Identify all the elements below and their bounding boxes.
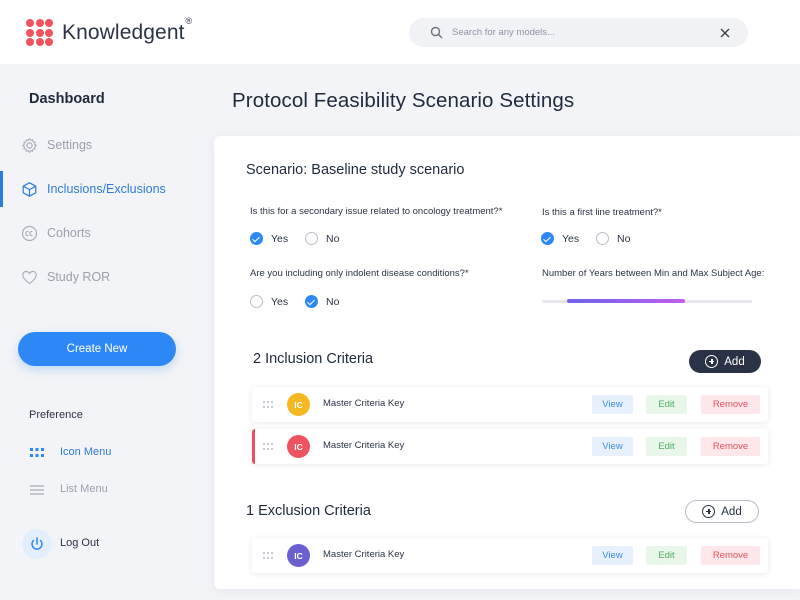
radio-label: Yes — [562, 232, 580, 245]
radio-label: No — [617, 232, 631, 245]
inclusion-row[interactable]: IC Master Criteria Key View Edit Remove — [252, 387, 768, 422]
radio-first-line-yes[interactable]: Yes — [541, 232, 579, 245]
remove-button[interactable]: Remove — [701, 546, 760, 565]
add-inclusion-button[interactable]: Add — [689, 350, 761, 373]
drag-handle-icon[interactable] — [263, 552, 275, 560]
radio-checked-icon — [541, 232, 554, 245]
logo-mark-icon — [26, 19, 53, 46]
sidebar-item-label: Settings — [47, 138, 93, 152]
page-title: Protocol Feasibility Scenario Settings — [232, 89, 575, 112]
inclusion-row-selected[interactable]: IC Master Criteria Key View Edit Remove — [252, 429, 768, 464]
criteria-badge: IC — [287, 393, 310, 416]
remove-button[interactable]: Remove — [701, 395, 760, 414]
edit-button[interactable]: Edit — [646, 437, 687, 456]
criteria-name: Master Criteria Key — [323, 398, 405, 409]
scenario-title: Scenario: Baseline study scenario — [246, 162, 465, 178]
radio-indolent-no[interactable]: No — [305, 295, 339, 308]
sidebar-title: Dashboard — [29, 91, 105, 107]
list-icon — [30, 485, 44, 495]
logout-button[interactable]: Log Out — [22, 529, 172, 559]
search-icon — [430, 26, 443, 39]
search-bar — [409, 18, 748, 47]
sidebar-item-study-ror[interactable]: Study ROR — [0, 262, 200, 292]
age-range-slider[interactable] — [542, 298, 752, 304]
registered-mark: ® — [185, 15, 193, 26]
radio-empty-icon — [250, 295, 263, 308]
close-icon[interactable] — [720, 28, 730, 38]
radio-empty-icon — [596, 232, 609, 245]
plus-circle-icon — [705, 355, 719, 368]
heart-icon — [22, 270, 37, 285]
preference-label: List Menu — [60, 483, 108, 495]
radio-label: No — [326, 295, 340, 308]
add-exclusion-button[interactable]: Add — [685, 500, 759, 523]
view-button[interactable]: View — [592, 546, 633, 565]
radio-label: Yes — [271, 295, 289, 308]
criteria-name: Master Criteria Key — [323, 440, 405, 451]
question-first-line: Is this a first line treatment?* — [542, 207, 662, 218]
top-header: Knowledgent® — [0, 0, 800, 64]
criteria-badge: IC — [287, 435, 310, 458]
sidebar-item-inclusions-exclusions[interactable]: Inclusions/Exclusions — [0, 174, 200, 204]
sidebar-item-label: Study ROR — [47, 270, 111, 284]
gear-icon — [22, 137, 37, 154]
inclusion-criteria-title: 2 Inclusion Criteria — [253, 351, 374, 367]
edit-button[interactable]: Edit — [646, 546, 687, 565]
edit-button[interactable]: Edit — [646, 395, 687, 414]
preference-list-menu[interactable]: List Menu — [0, 479, 200, 501]
cube-icon — [22, 182, 37, 197]
radio-checked-icon — [250, 232, 263, 245]
cc-icon — [21, 225, 38, 242]
question-indolent-disease: Are you including only indolent disease … — [250, 268, 469, 279]
plus-circle-icon — [702, 505, 716, 518]
sidebar-item-label: Inclusions/Exclusions — [47, 182, 166, 196]
radio-empty-icon — [305, 232, 318, 245]
radio-label: No — [326, 232, 340, 245]
radio-label: Yes — [271, 232, 289, 245]
power-icon — [31, 537, 43, 550]
radio-indolent-yes[interactable]: Yes — [250, 295, 288, 308]
exclusion-criteria-title: 1 Exclusion Criteria — [246, 503, 371, 519]
radio-secondary-oncology-no[interactable]: No — [305, 232, 339, 245]
radio-secondary-oncology-yes[interactable]: Yes — [250, 232, 288, 245]
sidebar: Dashboard Settings Inclusions/Exclusions… — [0, 64, 200, 600]
exclusion-row[interactable]: IC Master Criteria Key View Edit Remove — [252, 538, 768, 573]
age-range-label: Number of Years between Min and Max Subj… — [542, 268, 765, 279]
drag-handle-icon[interactable] — [263, 443, 275, 451]
preference-label: Icon Menu — [60, 446, 112, 458]
preference-title: Preference — [29, 409, 83, 421]
sidebar-item-cohorts[interactable]: Cohorts — [0, 218, 200, 248]
logo-text: Knowledgent® — [62, 15, 193, 44]
add-label: Add — [721, 505, 742, 518]
drag-handle-icon[interactable] — [263, 401, 275, 409]
view-button[interactable]: View — [592, 395, 633, 414]
add-label: Add — [724, 355, 745, 368]
slider-range-fill[interactable] — [567, 299, 685, 303]
grid-icon — [30, 448, 44, 457]
criteria-badge: IC — [287, 544, 310, 567]
remove-button[interactable]: Remove — [701, 437, 760, 456]
preference-icon-menu[interactable]: Icon Menu — [0, 442, 200, 464]
search-input[interactable] — [452, 23, 702, 42]
logout-label: Log Out — [60, 537, 100, 549]
logo[interactable]: Knowledgent® — [26, 15, 193, 46]
create-new-button[interactable]: Create New — [18, 332, 176, 366]
question-secondary-oncology: Is this for a secondary issue related to… — [250, 206, 503, 217]
view-button[interactable]: View — [592, 437, 633, 456]
power-icon-circle — [22, 529, 52, 559]
radio-first-line-no[interactable]: No — [596, 232, 630, 245]
sidebar-item-label: Cohorts — [47, 226, 91, 240]
sidebar-item-settings[interactable]: Settings — [0, 130, 200, 160]
radio-checked-icon — [305, 295, 318, 308]
criteria-name: Master Criteria Key — [323, 549, 405, 560]
